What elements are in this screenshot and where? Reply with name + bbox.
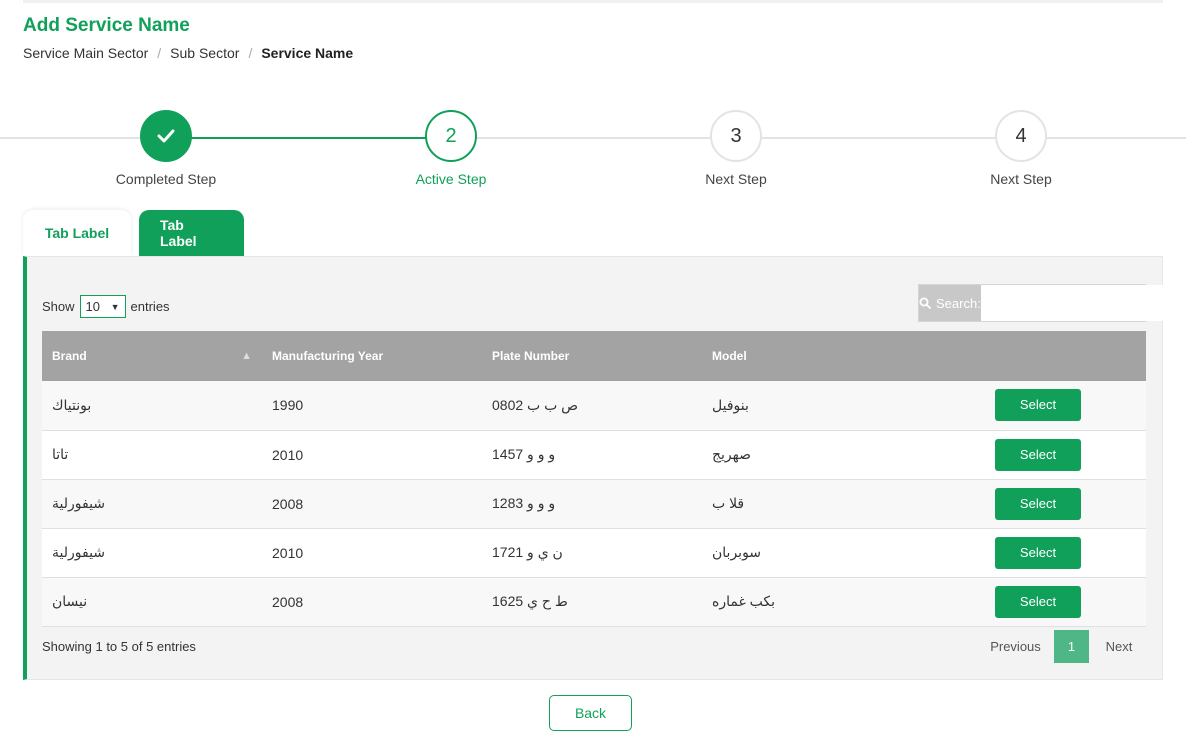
step-3: 3 Next Step: [656, 110, 816, 187]
sort-ascending-icon[interactable]: ▲: [241, 350, 252, 362]
pagination-page-1[interactable]: 1: [1054, 630, 1089, 663]
show-label: Show: [42, 299, 75, 314]
cell-model: قلا ب: [702, 479, 922, 529]
page-length-control: Show 10 ▼ entries: [42, 295, 170, 318]
column-header-model[interactable]: Model: [702, 331, 922, 381]
step-4: 4 Next Step: [941, 110, 1101, 187]
breadcrumb-separator: /: [248, 45, 253, 61]
cell-plate: و و و 1457: [482, 430, 702, 480]
table-row: بونتياك 1990 ص ب ب 0802 بنوفيل Select: [42, 381, 1146, 431]
cell-year: 2008: [262, 577, 482, 627]
cell-brand: نيسان: [42, 577, 262, 627]
column-header-action: [922, 331, 1146, 381]
vehicles-panel: Show 10 ▼ entries Search: Brand ▲ Manufa…: [23, 256, 1169, 680]
cell-action: Select: [922, 381, 1146, 431]
search-label-text: Search:: [936, 295, 981, 311]
cell-model: سوبربان: [702, 528, 922, 578]
select-button[interactable]: Select: [995, 585, 1081, 618]
cell-action: Select: [922, 528, 1146, 578]
page-length-value: 10: [85, 299, 100, 314]
search-input[interactable]: [980, 285, 1169, 321]
cell-brand: بونتياك: [42, 381, 262, 431]
cell-plate: و و و 1283: [482, 479, 702, 529]
cell-action: Select: [922, 430, 1146, 480]
select-button[interactable]: Select: [995, 487, 1081, 520]
step-4-circle: 4: [995, 110, 1047, 162]
cell-action: Select: [922, 577, 1146, 627]
table-row: شيفورلية 2010 ن ي و 1721 سوبربان Select: [42, 528, 1146, 578]
breadcrumb-item-current: Service Name: [261, 45, 354, 61]
breadcrumb-item-sub-sector[interactable]: Sub Sector: [170, 45, 239, 61]
cell-year: 2010: [262, 430, 482, 480]
step-3-circle: 3: [710, 110, 762, 162]
entries-label: entries: [130, 299, 170, 314]
column-header-year[interactable]: Manufacturing Year: [262, 331, 482, 381]
cell-year: 2008: [262, 479, 482, 529]
tab-2[interactable]: Tab Label: [139, 210, 244, 256]
cell-action: Select: [922, 479, 1146, 529]
cell-plate: ط ح ي 1625: [482, 577, 702, 627]
tab-1[interactable]: Tab Label: [23, 210, 131, 256]
tab-bar: Tab Label Tab Label: [23, 210, 244, 256]
step-4-label: Next Step: [990, 171, 1052, 187]
cell-model: صهريج: [702, 430, 922, 480]
step-1-circle: [140, 110, 192, 162]
cell-brand: تاتا: [42, 430, 262, 480]
column-header-brand-label: Brand: [52, 349, 87, 363]
cell-plate: ص ب ب 0802: [482, 381, 702, 431]
page-title: Add Service Name: [23, 15, 190, 36]
chevron-down-icon: ▼: [110, 301, 120, 312]
column-header-plate[interactable]: Plate Number: [482, 331, 702, 381]
step-2: 2 Active Step: [371, 110, 531, 187]
table-row: نيسان 2008 ط ح ي 1625 بكب غماره Select: [42, 577, 1146, 627]
table-row: تاتا 2010 و و و 1457 صهريج Select: [42, 430, 1146, 480]
pagination-next[interactable]: Next: [1089, 639, 1149, 654]
cell-brand: شيفورلية: [42, 528, 262, 578]
column-header-brand[interactable]: Brand ▲: [42, 331, 262, 381]
step-3-label: Next Step: [705, 171, 767, 187]
search-label: Search:: [919, 285, 981, 321]
cell-brand: شيفورلية: [42, 479, 262, 529]
breadcrumb-separator: /: [157, 45, 162, 61]
select-button[interactable]: Select: [995, 389, 1081, 422]
step-2-label: Active Step: [415, 171, 487, 187]
search-icon: [919, 297, 931, 309]
table-info: Showing 1 to 5 of 5 entries: [42, 639, 196, 654]
top-divider: [23, 0, 1163, 3]
step-1: Completed Step: [86, 110, 246, 187]
vehicles-table: Brand ▲ Manufacturing Year Plate Number …: [42, 331, 1146, 627]
breadcrumb: Service Main Sector / Sub Sector / Servi…: [23, 45, 353, 61]
page-length-select[interactable]: 10 ▼: [79, 295, 126, 318]
cell-year: 1990: [262, 381, 482, 431]
table-row: شيفورلية 2008 و و و 1283 قلا ب Select: [42, 479, 1146, 529]
cell-model: بكب غماره: [702, 577, 922, 627]
pagination-previous[interactable]: Previous: [977, 639, 1054, 654]
stepper: Completed Step 2 Active Step 3 Next Step…: [0, 110, 1186, 200]
cell-model: بنوفيل: [702, 381, 922, 431]
table-header-row: Brand ▲ Manufacturing Year Plate Number …: [42, 331, 1146, 381]
select-button[interactable]: Select: [995, 536, 1081, 569]
breadcrumb-item-main-sector[interactable]: Service Main Sector: [23, 45, 148, 61]
cell-year: 2010: [262, 528, 482, 578]
step-2-circle: 2: [425, 110, 477, 162]
search-box: Search:: [918, 284, 1169, 322]
back-button[interactable]: Back: [549, 695, 632, 731]
cell-plate: ن ي و 1721: [482, 528, 702, 578]
select-button[interactable]: Select: [995, 438, 1081, 471]
step-1-label: Completed Step: [115, 171, 217, 187]
check-icon: [157, 129, 175, 143]
pagination: Previous 1 Next: [977, 630, 1149, 663]
